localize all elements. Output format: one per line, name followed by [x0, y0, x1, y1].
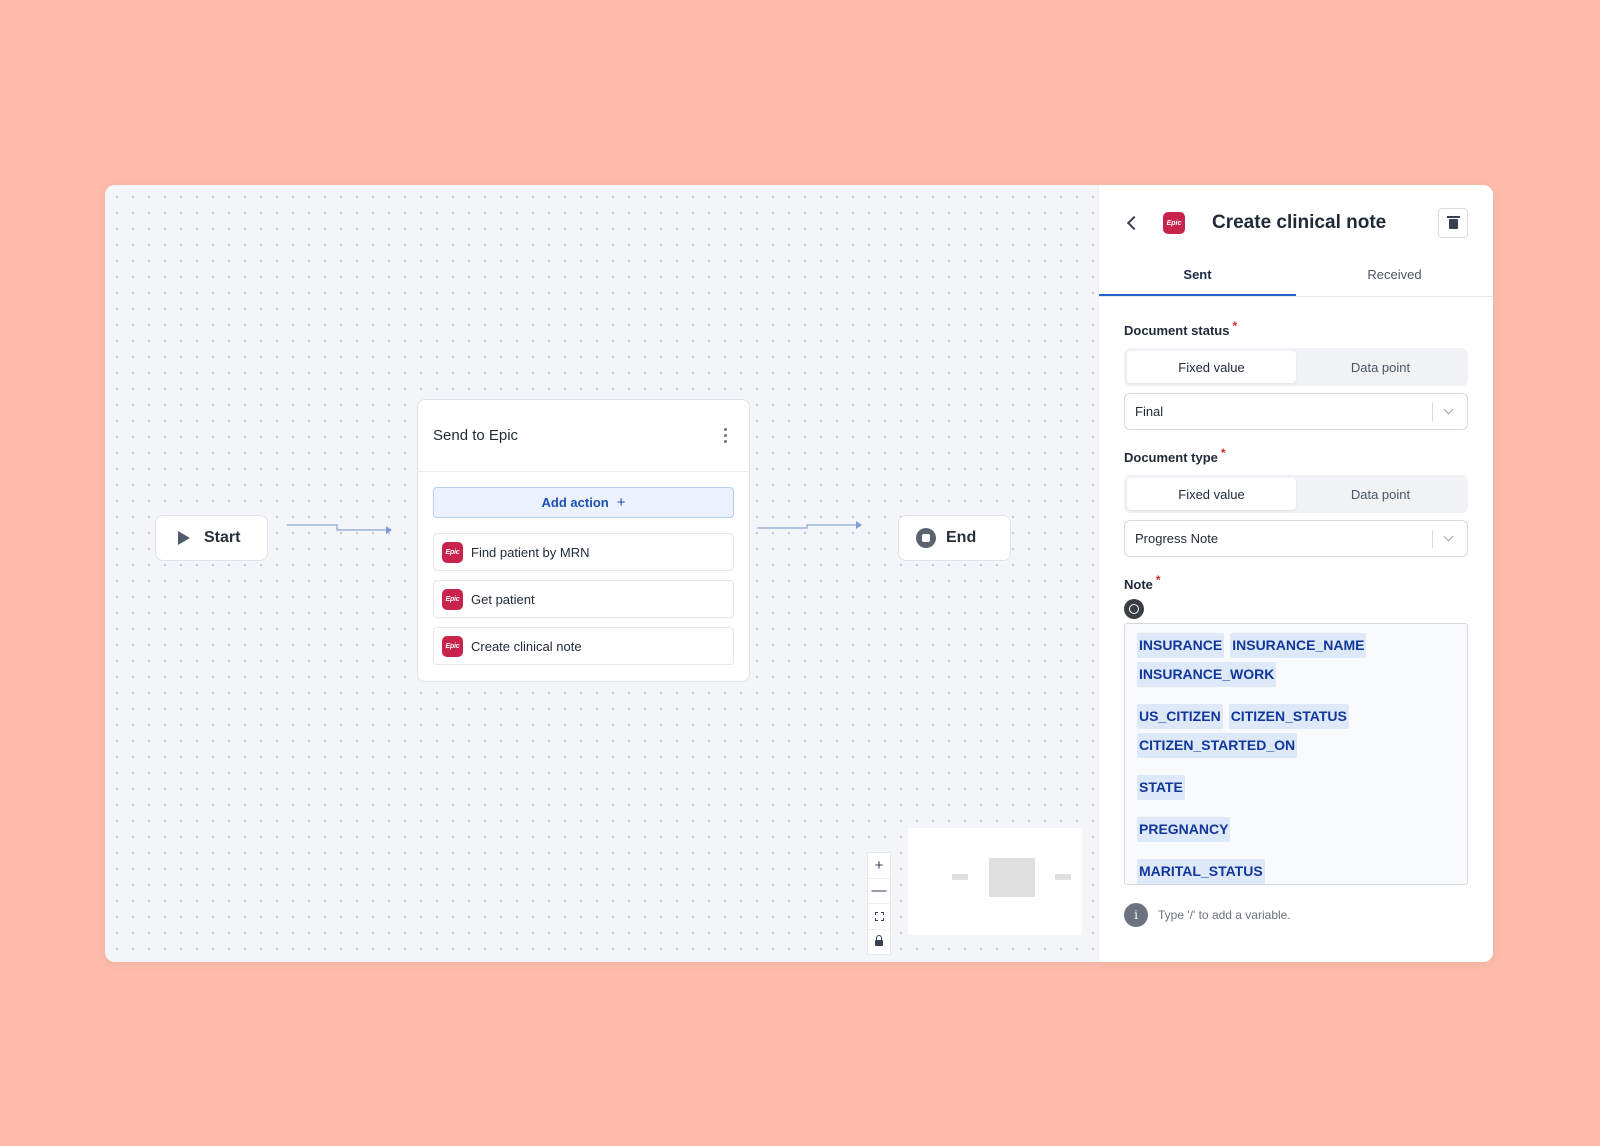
action-item-create-clinical-note[interactable]: Epic Create clinical note: [433, 627, 734, 665]
minimap-card-node: [989, 858, 1035, 897]
note-editor[interactable]: INSURANCE INSURANCE_NAME INSURANCE_WORK …: [1124, 623, 1468, 885]
variable-chip[interactable]: STATE: [1137, 775, 1185, 800]
kebab-menu-icon[interactable]: [718, 424, 733, 447]
epic-logo-icon: Epic: [442, 635, 463, 657]
variable-chip[interactable]: MARITAL_STATUS: [1137, 859, 1265, 884]
document-status-select[interactable]: Final: [1124, 393, 1468, 430]
tab-received[interactable]: Received: [1296, 261, 1493, 296]
action-settings-panel: Epic Create clinical note Sent Received …: [1098, 185, 1493, 962]
note-line: US_CITIZEN CITIZEN_STATUS CITIZEN_STARTE…: [1137, 704, 1455, 758]
info-icon: i: [1124, 903, 1148, 927]
document-type-label: Document type *: [1124, 446, 1468, 465]
variable-chip[interactable]: INSURANCE: [1137, 633, 1225, 658]
epic-logo-icon: Epic: [442, 541, 463, 563]
panel-body: Document status * Fixed value Data point…: [1099, 297, 1493, 927]
lock-icon: [875, 935, 883, 947]
document-status-value: Final: [1135, 404, 1164, 419]
zoom-controls: + —: [867, 852, 891, 955]
required-mark: *: [1155, 573, 1161, 587]
minimap-start-node: [952, 874, 968, 880]
document-type-select[interactable]: Progress Note: [1124, 520, 1468, 557]
data-point-option[interactable]: Data point: [1296, 478, 1465, 510]
hint-text: Type '/' to add a variable.: [1158, 908, 1291, 922]
document-status-label: Document status *: [1124, 319, 1468, 338]
document-type-label-text: Document type: [1124, 450, 1218, 465]
trash-icon: [1446, 216, 1460, 229]
action-label: Create clinical note: [471, 638, 582, 654]
end-node-label: End: [946, 529, 977, 546]
select-divider: [1432, 403, 1433, 421]
note-line: STATE: [1137, 775, 1455, 800]
fixed-value-option[interactable]: Fixed value: [1127, 478, 1296, 510]
required-mark: *: [1232, 319, 1238, 333]
document-type-source-toggle: Fixed value Data point: [1124, 475, 1468, 513]
document-type-value: Progress Note: [1135, 531, 1219, 546]
delete-button[interactable]: [1438, 208, 1468, 238]
edge-card-to-end: [757, 521, 862, 529]
minimap-end-node: [1055, 874, 1071, 880]
action-label: Get patient: [471, 591, 535, 607]
panel-title: Create clinical note: [1212, 212, 1387, 233]
edge-start-to-card: [287, 524, 392, 534]
note-label-text: Note: [1124, 577, 1153, 592]
add-action-label: Add action: [541, 495, 609, 510]
variable-hint: i Type '/' to add a variable.: [1124, 903, 1468, 927]
action-item-find-patient[interactable]: Epic Find patient by MRN: [433, 533, 734, 571]
data-point-option[interactable]: Data point: [1296, 351, 1465, 383]
ai-assist-icon[interactable]: [1124, 599, 1144, 619]
epic-logo-icon: Epic: [1163, 212, 1185, 234]
variable-chip[interactable]: CITIZEN_STATUS: [1228, 704, 1349, 729]
panel-tabs: Sent Received: [1099, 261, 1493, 297]
panel-header: Epic Create clinical note: [1099, 185, 1493, 261]
variable-chip[interactable]: INSURANCE_NAME: [1230, 633, 1367, 658]
end-node[interactable]: End: [898, 515, 1011, 561]
fit-view-icon: [874, 911, 884, 921]
fixed-value-option[interactable]: Fixed value: [1127, 351, 1296, 383]
play-icon: [178, 531, 190, 545]
variable-chip[interactable]: INSURANCE_WORK: [1137, 662, 1277, 687]
stop-icon: [916, 528, 936, 548]
note-line: INSURANCE INSURANCE_NAME INSURANCE_WORK: [1137, 633, 1455, 687]
required-mark: *: [1220, 446, 1226, 460]
card-title: Send to Epic: [433, 427, 519, 444]
note-label: Note *: [1124, 573, 1468, 592]
fit-view-button[interactable]: [868, 904, 890, 930]
select-divider: [1432, 530, 1433, 548]
plus-icon: +: [616, 494, 626, 511]
lock-button[interactable]: [868, 930, 890, 955]
document-status-label-text: Document status: [1124, 323, 1230, 338]
workflow-editor: Start Send to Epic Add action + Epic Fin…: [105, 185, 1493, 962]
zoom-in-button[interactable]: +: [868, 853, 890, 879]
document-status-source-toggle: Fixed value Data point: [1124, 348, 1468, 386]
note-line: MARITAL_STATUS: [1137, 859, 1455, 884]
flow-canvas[interactable]: Start Send to Epic Add action + Epic Fin…: [105, 185, 1098, 962]
variable-chip[interactable]: CITIZEN_STARTED_ON: [1137, 733, 1298, 758]
variable-chip[interactable]: PREGNANCY: [1137, 817, 1231, 842]
action-label: Find patient by MRN: [471, 544, 590, 560]
card-header: Send to Epic: [418, 400, 749, 472]
minimap[interactable]: [908, 828, 1082, 935]
send-to-epic-card[interactable]: Send to Epic Add action + Epic Find pati…: [417, 399, 750, 682]
tab-sent[interactable]: Sent: [1099, 261, 1296, 296]
add-action-button[interactable]: Add action +: [433, 487, 734, 518]
chevron-down-icon: [1443, 404, 1454, 415]
action-item-get-patient[interactable]: Epic Get patient: [433, 580, 734, 618]
start-node-label: Start: [204, 529, 241, 546]
chevron-down-icon: [1443, 531, 1454, 542]
note-line: PREGNANCY: [1137, 817, 1455, 842]
epic-logo-icon: Epic: [442, 588, 463, 610]
zoom-out-button[interactable]: —: [868, 879, 890, 904]
back-icon[interactable]: [1126, 215, 1142, 231]
variable-chip[interactable]: US_CITIZEN: [1137, 704, 1223, 729]
start-node[interactable]: Start: [155, 515, 268, 561]
